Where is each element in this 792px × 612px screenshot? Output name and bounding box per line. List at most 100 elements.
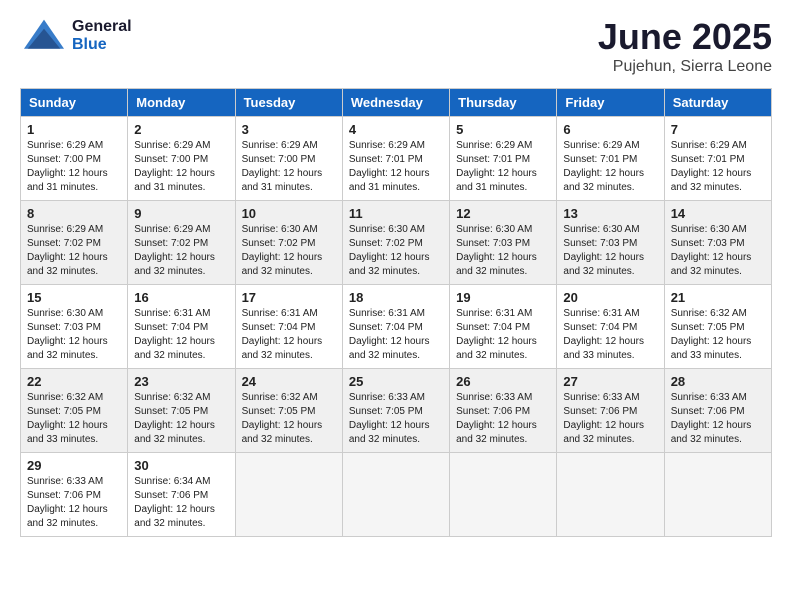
calendar-cell: 19 Sunrise: 6:31 AM Sunset: 7:04 PM Dayl…: [450, 285, 557, 369]
calendar-table: SundayMondayTuesdayWednesdayThursdayFrid…: [20, 88, 772, 537]
day-info: Sunrise: 6:29 AM Sunset: 7:01 PM Dayligh…: [563, 139, 657, 195]
logo: General Blue: [20, 16, 132, 56]
day-info: Sunrise: 6:31 AM Sunset: 7:04 PM Dayligh…: [349, 307, 443, 363]
calendar-cell: 17 Sunrise: 6:31 AM Sunset: 7:04 PM Dayl…: [235, 285, 342, 369]
day-number: 17: [242, 290, 336, 305]
day-number: 14: [671, 206, 765, 221]
day-info: Sunrise: 6:29 AM Sunset: 7:01 PM Dayligh…: [349, 139, 443, 195]
day-number: 1: [27, 122, 121, 137]
calendar-cell: 11 Sunrise: 6:30 AM Sunset: 7:02 PM Dayl…: [342, 201, 449, 285]
month-title: June 2025: [598, 16, 772, 58]
calendar-cell: 14 Sunrise: 6:30 AM Sunset: 7:03 PM Dayl…: [664, 201, 771, 285]
calendar-cell: 4 Sunrise: 6:29 AM Sunset: 7:01 PM Dayli…: [342, 117, 449, 201]
day-info: Sunrise: 6:29 AM Sunset: 7:01 PM Dayligh…: [671, 139, 765, 195]
day-info: Sunrise: 6:29 AM Sunset: 7:02 PM Dayligh…: [134, 223, 228, 279]
page: General Blue June 2025 Pujehun, Sierra L…: [0, 0, 792, 553]
day-number: 28: [671, 374, 765, 389]
calendar-cell: 26 Sunrise: 6:33 AM Sunset: 7:06 PM Dayl…: [450, 369, 557, 453]
calendar-cell: 29 Sunrise: 6:33 AM Sunset: 7:06 PM Dayl…: [21, 453, 128, 537]
day-number: 3: [242, 122, 336, 137]
calendar-cell: 16 Sunrise: 6:31 AM Sunset: 7:04 PM Dayl…: [128, 285, 235, 369]
day-number: 29: [27, 458, 121, 473]
day-number: 8: [27, 206, 121, 221]
calendar-cell: 1 Sunrise: 6:29 AM Sunset: 7:00 PM Dayli…: [21, 117, 128, 201]
day-info: Sunrise: 6:29 AM Sunset: 7:00 PM Dayligh…: [242, 139, 336, 195]
calendar-cell: [664, 453, 771, 537]
day-number: 25: [349, 374, 443, 389]
day-info: Sunrise: 6:33 AM Sunset: 7:06 PM Dayligh…: [27, 475, 121, 531]
day-header-sunday: Sunday: [21, 89, 128, 117]
calendar-week-2: 8 Sunrise: 6:29 AM Sunset: 7:02 PM Dayli…: [21, 201, 772, 285]
day-number: 26: [456, 374, 550, 389]
day-number: 12: [456, 206, 550, 221]
calendar-cell: 8 Sunrise: 6:29 AM Sunset: 7:02 PM Dayli…: [21, 201, 128, 285]
day-info: Sunrise: 6:31 AM Sunset: 7:04 PM Dayligh…: [456, 307, 550, 363]
calendar-cell: 30 Sunrise: 6:34 AM Sunset: 7:06 PM Dayl…: [128, 453, 235, 537]
day-info: Sunrise: 6:31 AM Sunset: 7:04 PM Dayligh…: [242, 307, 336, 363]
calendar-cell: 18 Sunrise: 6:31 AM Sunset: 7:04 PM Dayl…: [342, 285, 449, 369]
day-info: Sunrise: 6:30 AM Sunset: 7:02 PM Dayligh…: [349, 223, 443, 279]
day-info: Sunrise: 6:32 AM Sunset: 7:05 PM Dayligh…: [671, 307, 765, 363]
day-info: Sunrise: 6:30 AM Sunset: 7:02 PM Dayligh…: [242, 223, 336, 279]
calendar-week-1: 1 Sunrise: 6:29 AM Sunset: 7:00 PM Dayli…: [21, 117, 772, 201]
logo-icon: [20, 16, 68, 56]
calendar-cell: 10 Sunrise: 6:30 AM Sunset: 7:02 PM Dayl…: [235, 201, 342, 285]
day-info: Sunrise: 6:33 AM Sunset: 7:06 PM Dayligh…: [563, 391, 657, 447]
day-info: Sunrise: 6:32 AM Sunset: 7:05 PM Dayligh…: [134, 391, 228, 447]
calendar-cell: 21 Sunrise: 6:32 AM Sunset: 7:05 PM Dayl…: [664, 285, 771, 369]
logo-text: General Blue: [72, 18, 132, 53]
day-info: Sunrise: 6:30 AM Sunset: 7:03 PM Dayligh…: [671, 223, 765, 279]
day-number: 4: [349, 122, 443, 137]
day-header-wednesday: Wednesday: [342, 89, 449, 117]
day-number: 18: [349, 290, 443, 305]
day-number: 19: [456, 290, 550, 305]
calendar-cell: 23 Sunrise: 6:32 AM Sunset: 7:05 PM Dayl…: [128, 369, 235, 453]
day-info: Sunrise: 6:30 AM Sunset: 7:03 PM Dayligh…: [456, 223, 550, 279]
day-number: 23: [134, 374, 228, 389]
day-number: 27: [563, 374, 657, 389]
calendar-cell: 22 Sunrise: 6:32 AM Sunset: 7:05 PM Dayl…: [21, 369, 128, 453]
day-info: Sunrise: 6:32 AM Sunset: 7:05 PM Dayligh…: [242, 391, 336, 447]
day-info: Sunrise: 6:31 AM Sunset: 7:04 PM Dayligh…: [134, 307, 228, 363]
day-info: Sunrise: 6:34 AM Sunset: 7:06 PM Dayligh…: [134, 475, 228, 531]
calendar-cell: [235, 453, 342, 537]
day-number: 21: [671, 290, 765, 305]
day-info: Sunrise: 6:31 AM Sunset: 7:04 PM Dayligh…: [563, 307, 657, 363]
calendar-cell: 6 Sunrise: 6:29 AM Sunset: 7:01 PM Dayli…: [557, 117, 664, 201]
calendar-cell: [557, 453, 664, 537]
day-info: Sunrise: 6:33 AM Sunset: 7:06 PM Dayligh…: [671, 391, 765, 447]
title-area: June 2025 Pujehun, Sierra Leone: [598, 16, 772, 76]
calendar-cell: 20 Sunrise: 6:31 AM Sunset: 7:04 PM Dayl…: [557, 285, 664, 369]
day-header-monday: Monday: [128, 89, 235, 117]
day-header-saturday: Saturday: [664, 89, 771, 117]
calendar-cell: [450, 453, 557, 537]
calendar-cell: 9 Sunrise: 6:29 AM Sunset: 7:02 PM Dayli…: [128, 201, 235, 285]
day-number: 6: [563, 122, 657, 137]
day-number: 20: [563, 290, 657, 305]
day-info: Sunrise: 6:29 AM Sunset: 7:02 PM Dayligh…: [27, 223, 121, 279]
calendar-cell: [342, 453, 449, 537]
day-number: 11: [349, 206, 443, 221]
day-number: 7: [671, 122, 765, 137]
day-number: 30: [134, 458, 228, 473]
logo-general: General: [72, 18, 132, 36]
calendar-cell: 27 Sunrise: 6:33 AM Sunset: 7:06 PM Dayl…: [557, 369, 664, 453]
calendar-cell: 7 Sunrise: 6:29 AM Sunset: 7:01 PM Dayli…: [664, 117, 771, 201]
calendar-cell: 25 Sunrise: 6:33 AM Sunset: 7:05 PM Dayl…: [342, 369, 449, 453]
calendar-week-4: 22 Sunrise: 6:32 AM Sunset: 7:05 PM Dayl…: [21, 369, 772, 453]
day-info: Sunrise: 6:30 AM Sunset: 7:03 PM Dayligh…: [563, 223, 657, 279]
calendar-cell: 13 Sunrise: 6:30 AM Sunset: 7:03 PM Dayl…: [557, 201, 664, 285]
day-header-friday: Friday: [557, 89, 664, 117]
day-info: Sunrise: 6:33 AM Sunset: 7:05 PM Dayligh…: [349, 391, 443, 447]
logo-blue: Blue: [72, 36, 132, 54]
calendar-cell: 5 Sunrise: 6:29 AM Sunset: 7:01 PM Dayli…: [450, 117, 557, 201]
calendar-cell: 3 Sunrise: 6:29 AM Sunset: 7:00 PM Dayli…: [235, 117, 342, 201]
day-header-thursday: Thursday: [450, 89, 557, 117]
location: Pujehun, Sierra Leone: [598, 58, 772, 76]
calendar-cell: 2 Sunrise: 6:29 AM Sunset: 7:00 PM Dayli…: [128, 117, 235, 201]
day-number: 10: [242, 206, 336, 221]
day-number: 24: [242, 374, 336, 389]
calendar-cell: 24 Sunrise: 6:32 AM Sunset: 7:05 PM Dayl…: [235, 369, 342, 453]
calendar-cell: 15 Sunrise: 6:30 AM Sunset: 7:03 PM Dayl…: [21, 285, 128, 369]
day-number: 5: [456, 122, 550, 137]
